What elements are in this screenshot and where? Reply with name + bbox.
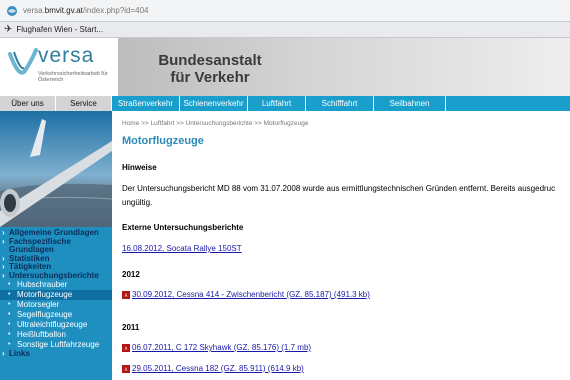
url-text: versa.bmvit.gv.at/index.php?id=404 [23, 6, 149, 15]
title-banner: Bundesanstalt für Verkehr [118, 38, 570, 96]
sidebar-sub-heissluftballon[interactable]: • Heißluftballon [0, 330, 112, 340]
nav-filler [446, 96, 570, 111]
pdf-icon: A [122, 290, 130, 299]
sidebar-item-untersuchungsberichte[interactable]: › Untersuchungsberichte [0, 271, 112, 281]
hinweise-heading: Hinweise [122, 163, 157, 172]
sidebar-item-fachspezifische-grundlagen[interactable]: › Fachspezifische Grundlagen [0, 237, 112, 255]
bullet-icon: • [8, 311, 11, 318]
external-reports-heading: Externe Untersuchungsberichte [122, 223, 244, 232]
nav-item-luftfahrt[interactable]: Luftfahrt [248, 96, 306, 111]
report-row: A 06.07.2011, C 172 Skyhawk (GZ. 85.176)… [122, 343, 311, 352]
sidebar-sub-hubschrauber[interactable]: • Hubschrauber [0, 280, 112, 290]
bullet-icon: • [8, 321, 11, 328]
airplane-icon: ✈ [4, 23, 13, 35]
report-link[interactable]: 30.09.2012, Cessna 414 - Zwischenbericht… [132, 290, 370, 299]
sidebar-sub-motorflugzeuge[interactable]: • Motorflugzeuge [0, 290, 112, 300]
sidebar-sub-ultraleichtflugzeuge[interactable]: • Ultraleichtflugzeuge [0, 320, 112, 330]
page-title: Motorflugzeuge [122, 135, 204, 147]
nav-item-strassenverkehr[interactable]: Straßenverkehr [112, 96, 180, 111]
bullet-icon: • [8, 301, 11, 308]
favorite-link-flughafen[interactable]: Flughafen Wien - Start... [16, 25, 103, 34]
report-row: A 30.09.2012, Cessna 414 - Zwischenberic… [122, 290, 370, 299]
nav-item-ueber-uns[interactable]: Über uns [0, 96, 56, 111]
nav-item-schienenverkehr[interactable]: Schienenverkehr [180, 96, 248, 111]
side-menu: › Allgemeine Grundlagen › Fachspezifische … [0, 228, 112, 359]
year-heading-2012: 2012 [122, 270, 140, 279]
site-header: versa Verkehrssicherheitsarbeit für Öste… [0, 38, 570, 96]
versa-logo-icon [8, 48, 38, 75]
favorites-bar: ✈ Flughafen Wien - Start... [0, 22, 570, 38]
logo-text: versa [38, 44, 95, 67]
nav-item-seilbahnen[interactable]: Seilbahnen [374, 96, 446, 111]
main-content: Home >> Luftfahrt >> Untersuchungsberich… [112, 111, 570, 380]
pdf-icon: A [122, 343, 130, 352]
svg-text:A: A [125, 293, 128, 298]
external-report-link[interactable]: 16.08.2012, Socata Rallye 150ST [122, 244, 242, 253]
nav-item-schifffahrt[interactable]: Schifffahrt [306, 96, 374, 111]
notice-text: Der Untersuchungsbericht MD 88 vom 31.07… [122, 184, 556, 207]
address-bar[interactable]: versa.bmvit.gv.at/index.php?id=404 [0, 0, 570, 22]
airplane-wing-photo [0, 111, 112, 227]
nav-item-service[interactable]: Service [56, 96, 112, 111]
breadcrumb[interactable]: Home >> Luftfahrt >> Untersuchungsberich… [122, 120, 308, 127]
year-heading-2011: 2011 [122, 323, 140, 332]
site-title: Bundesanstalt für Verkehr [158, 52, 262, 86]
sidebar-item-links[interactable]: › Links [0, 349, 112, 359]
site-favicon-icon [7, 5, 17, 16]
sidebar-sub-segelflugzeuge[interactable]: • Segelflugzeuge [0, 310, 112, 320]
svg-text:A: A [125, 367, 128, 372]
sidebar: › Allgemeine Grundlagen › Fachspezifische … [0, 111, 112, 380]
report-row: A 29.05.2011, Cessna 182 (GZ. 85.911) (6… [122, 364, 304, 373]
sidebar-sub-motorsegler[interactable]: • Motorsegler [0, 300, 112, 310]
bullet-icon: • [8, 331, 11, 338]
pdf-icon: A [122, 364, 130, 373]
main-nav: Über uns Service Straßenverkehr Schienen… [0, 96, 570, 111]
logo-subtitle: Verkehrssicherheitsarbeit für Österreich [38, 71, 108, 83]
report-link[interactable]: 06.07.2011, C 172 Skyhawk (GZ. 85.176) (… [132, 343, 311, 352]
report-link[interactable]: 29.05.2011, Cessna 182 (GZ. 85.911) (614… [132, 364, 304, 373]
svg-text:A: A [125, 346, 128, 351]
logo[interactable]: versa Verkehrssicherheitsarbeit für Öste… [0, 38, 118, 96]
bullet-icon: • [8, 281, 11, 288]
bullet-icon: • [8, 291, 11, 298]
